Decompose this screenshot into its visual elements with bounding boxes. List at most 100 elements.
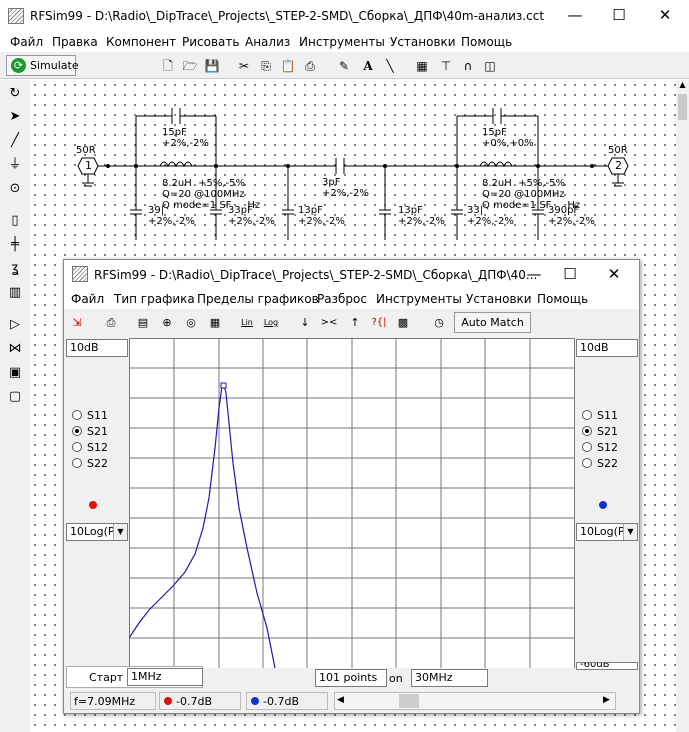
chevron-down-icon[interactable]: ▼ (623, 524, 637, 540)
points-field[interactable]: 101 points (315, 669, 387, 687)
left-radio-s22[interactable]: S22 (72, 457, 108, 470)
radio-circle[interactable] (72, 410, 82, 420)
start-group: Старт 1MHz (66, 666, 203, 688)
gmenu-help[interactable]: Помощь (537, 292, 588, 306)
transformer-icon[interactable]: ▥ (6, 284, 24, 302)
left-trace-color-dot (89, 501, 97, 509)
auto-match-button[interactable]: Auto Match (454, 312, 531, 333)
lin-scale-button[interactable]: Lin (238, 314, 256, 332)
right-trace-color-dot (599, 501, 607, 509)
right-radio-s11[interactable]: S11 (582, 409, 618, 422)
right-bottom-scale-field[interactable]: -60dB (576, 662, 638, 670)
graph-toolbar: ⇲ ⎙ ▤ ⊕ ◎ ▦ Lin Log ↓ >< ↑ ?{| ▩ ◷ Auto … (64, 309, 639, 336)
graph-title-bar: RFSim99 - D:\Radio\_DipTrace\_Projects\_… (64, 260, 639, 288)
port-2-icon[interactable]: ▢ (6, 388, 24, 406)
start-freq-field[interactable]: 1MHz (127, 668, 203, 686)
marker-button[interactable]: ?{| (370, 314, 388, 332)
right-format-value: 10Log(P) (580, 525, 629, 538)
gmenu-graph-type[interactable]: Тип графика (114, 292, 195, 306)
start-label: Старт (89, 671, 124, 684)
radio-label: S11 (597, 409, 618, 422)
arrow-down-icon[interactable]: ↓ (296, 314, 314, 332)
peak-marker[interactable] (220, 382, 227, 389)
port2-impedance: 50R (608, 145, 628, 156)
right-format-select[interactable]: 10Log(P) ▼ (576, 523, 638, 541)
cap-label: 39| +2%,-2% (148, 205, 195, 227)
noise-icon[interactable]: ▩ (394, 314, 412, 332)
zoom-arrows-button[interactable]: >< (320, 314, 338, 332)
radio-circle[interactable] (582, 458, 592, 468)
radio-label: S11 (87, 409, 108, 422)
gmenu-graph-limits[interactable]: Пределы графиков (197, 292, 319, 306)
radio-circle-selected[interactable] (582, 426, 592, 436)
radio-label: S22 (87, 457, 108, 470)
left-format-select[interactable]: 10Log(P) ▼ (66, 523, 128, 541)
cap-label: 390pF +2%,-2% (548, 205, 595, 227)
radio-label: S12 (597, 441, 618, 454)
graph-maximize-button[interactable]: ☐ (552, 259, 588, 289)
log-scale-button[interactable]: Log (262, 314, 280, 332)
gmenu-tools[interactable]: Инструменты (376, 292, 462, 306)
graph-minimize-button[interactable]: — (516, 259, 552, 289)
left-format-value: 10Log(P) (70, 525, 119, 538)
cap-label: 15pF +2%,-2% (162, 127, 209, 149)
gmenu-file[interactable]: Файл (71, 292, 104, 306)
port1-impedance: 50R (76, 145, 96, 156)
print-icon[interactable]: ⎙ (102, 314, 120, 332)
scroll-thumb[interactable] (399, 694, 419, 708)
graph-menu-bar: Файл Тип графика Пределы графиков Разбро… (64, 288, 639, 309)
graph-window: RFSim99 - D:\Radio\_DipTrace\_Projects\_… (63, 259, 640, 714)
chevron-down-icon[interactable]: ▼ (113, 524, 127, 540)
radio-label: S22 (597, 457, 618, 470)
tune-icon[interactable]: ◷ (430, 314, 448, 332)
blue-readout-box: -0.7dB (246, 692, 328, 710)
cap-label: 15pF +0%,+0% (482, 127, 534, 149)
cap-label: 3pF +2%,-2% (322, 177, 369, 199)
arrow-up-icon[interactable]: ↑ (346, 314, 364, 332)
table-icon[interactable]: ▦ (206, 314, 224, 332)
radio-circle[interactable] (72, 458, 82, 468)
smith-icon[interactable]: ◎ (182, 314, 200, 332)
left-scale-field[interactable]: 10dB (66, 339, 128, 357)
rect-plot-icon[interactable]: ▤ (134, 314, 152, 332)
cap-label: 13pF +2%,-2% (298, 205, 345, 227)
freq-readout: f=7.09MHz (74, 695, 136, 708)
plot-area[interactable] (128, 338, 575, 669)
graph-window-title: RFSim99 - D:\Radio\_DipTrace\_Projects\_… (94, 268, 538, 282)
crystal-icon[interactable]: ⋈ (6, 340, 24, 358)
app-icon (72, 266, 88, 282)
radio-label: S21 (87, 425, 108, 438)
cap-label: 33| +2%,-2% (467, 205, 514, 227)
right-radio-s22[interactable]: S22 (582, 457, 618, 470)
port-1-icon[interactable]: ▣ (6, 364, 24, 382)
stop-freq-field[interactable]: 30MHz (411, 669, 488, 687)
right-radio-s12[interactable]: S12 (582, 441, 618, 454)
amplifier-icon[interactable]: ▷ (6, 316, 24, 334)
right-radio-s21[interactable]: S21 (582, 425, 618, 438)
polar-icon[interactable]: ⊕ (158, 314, 176, 332)
radio-circle[interactable] (72, 442, 82, 452)
inductor-icon[interactable]: ʓ (6, 260, 24, 278)
scroll-left-arrow-icon[interactable]: ◀ (337, 695, 344, 705)
s21-trace (128, 384, 276, 669)
left-radio-s21[interactable]: S21 (72, 425, 108, 438)
exit-icon[interactable]: ⇲ (68, 314, 86, 332)
port2-number: 2 (615, 159, 622, 172)
gmenu-spread[interactable]: Разброс (317, 292, 367, 306)
left-radio-s12[interactable]: S12 (72, 441, 108, 454)
blue-dot-icon (251, 697, 259, 705)
frequency-scrollbar[interactable]: ◀ ▶ (334, 692, 616, 710)
left-radio-s11[interactable]: S11 (72, 409, 108, 422)
scroll-right-arrow-icon[interactable]: ▶ (603, 695, 610, 705)
s21-plot-svg (128, 338, 575, 669)
radio-label: S12 (87, 441, 108, 454)
right-scale-field[interactable]: 10dB (576, 339, 638, 357)
graph-close-button[interactable]: ✕ (596, 259, 632, 289)
port1-number: 1 (85, 159, 92, 172)
red-dot-icon (164, 697, 172, 705)
radio-circle-selected[interactable] (72, 426, 82, 436)
radio-circle[interactable] (582, 410, 592, 420)
radio-circle[interactable] (582, 442, 592, 452)
gmenu-settings[interactable]: Установки (466, 292, 532, 306)
blue-readout: -0.7dB (263, 695, 299, 708)
